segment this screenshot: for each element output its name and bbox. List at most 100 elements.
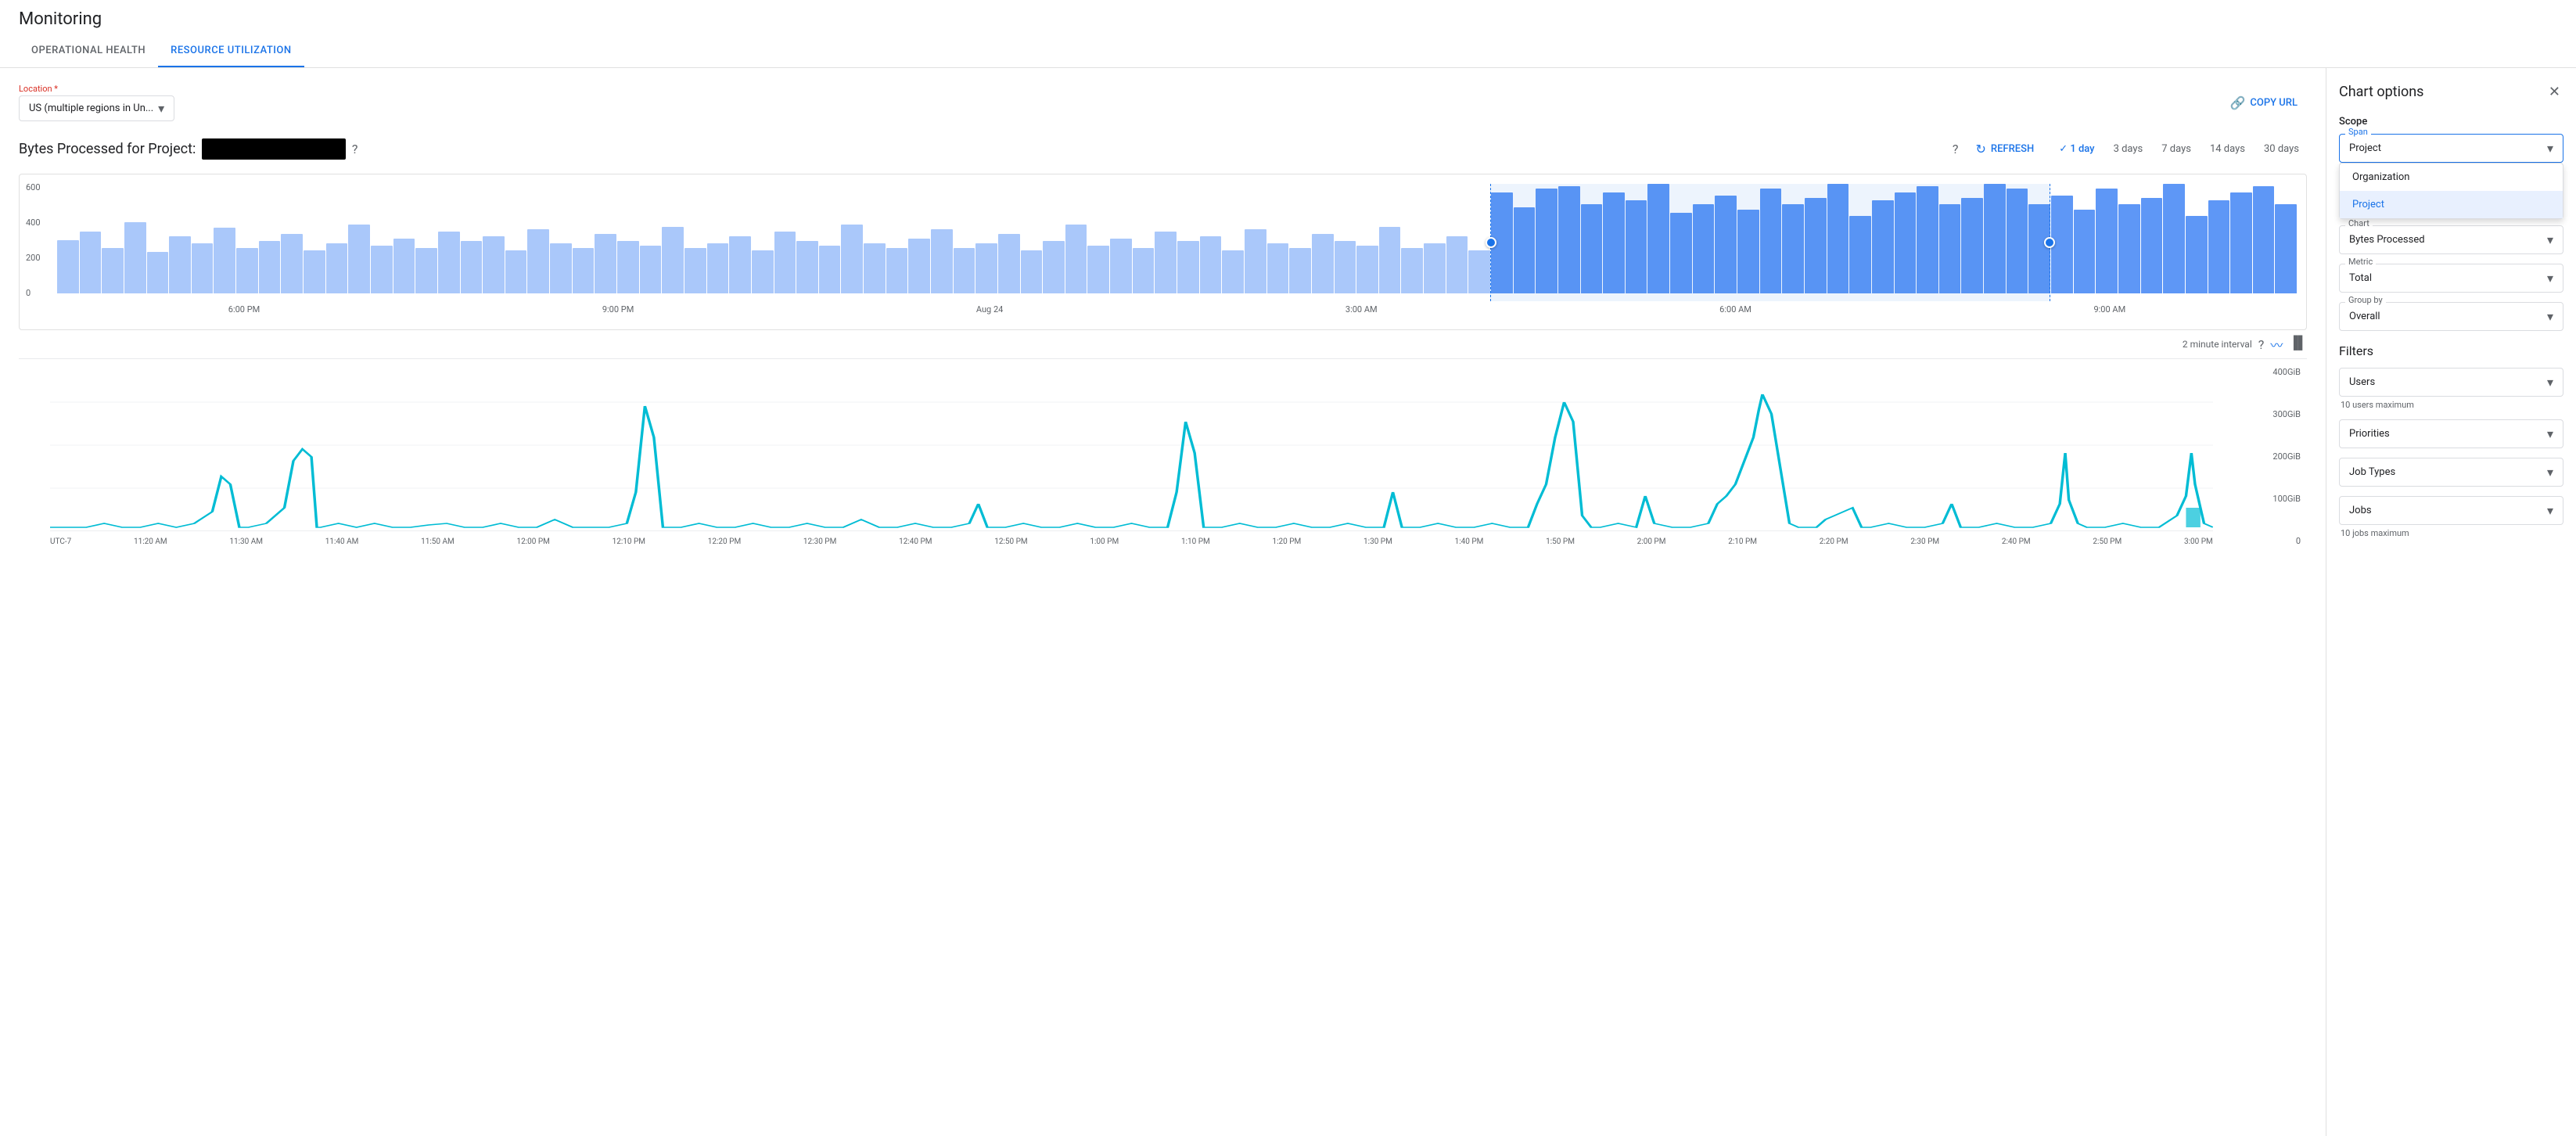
bar-item bbox=[1087, 246, 1109, 293]
bar-item bbox=[2141, 198, 2163, 293]
bar-item bbox=[169, 236, 191, 293]
interval-help-icon[interactable]: ? bbox=[2258, 337, 2265, 352]
tab-resource-utilization[interactable]: RESOURCE UTILIZATION bbox=[158, 35, 304, 67]
bar-item bbox=[124, 222, 146, 293]
bar-item bbox=[908, 239, 930, 293]
chevron-down-icon: ▾ bbox=[158, 101, 164, 116]
time-btn-1day[interactable]: 1 day bbox=[2051, 138, 2102, 160]
scope-section-title: Scope bbox=[2339, 116, 2563, 128]
bar-item bbox=[1961, 198, 1983, 293]
tab-operational-health[interactable]: OPERATIONAL HEALTH bbox=[19, 35, 158, 67]
span-dropdown-container: Span Project ▾ Organization Project bbox=[2339, 134, 2563, 163]
refresh-button[interactable]: ↻ REFRESH bbox=[1967, 137, 2042, 161]
bar-item bbox=[1043, 241, 1065, 293]
chart-chevron-icon: ▾ bbox=[2547, 232, 2553, 247]
bar-item bbox=[2230, 192, 2252, 293]
bar-item bbox=[1760, 189, 1782, 293]
page-header: Monitoring OPERATIONAL HEALTH RESOURCE U… bbox=[0, 0, 2576, 68]
overview-x-labels: 6:00 PM 9:00 PM Aug 24 3:00 AM 6:00 AM 9… bbox=[57, 304, 2297, 315]
job-types-filter[interactable]: Job Types ▾ bbox=[2339, 458, 2563, 487]
bar-item bbox=[1558, 186, 1580, 293]
bar-item bbox=[550, 243, 572, 293]
location-row: Location * US (multiple regions in Un...… bbox=[19, 84, 2307, 121]
detail-chart: 400GiB 300GiB 200GiB 100GiB 0 bbox=[19, 358, 2307, 577]
main-layout: Location * US (multiple regions in Un...… bbox=[0, 68, 2576, 1136]
bar-item bbox=[415, 248, 437, 293]
overview-y-labels: 600 400 200 0 bbox=[26, 182, 41, 298]
bar-item bbox=[2051, 196, 2073, 293]
bar-item bbox=[57, 240, 79, 293]
bar-item bbox=[2208, 200, 2230, 293]
groupby-dropdown[interactable]: Group by Overall ▾ bbox=[2339, 302, 2563, 331]
bar-item bbox=[1849, 216, 1871, 293]
dropdown-label: Span bbox=[2345, 127, 2371, 137]
bar-item bbox=[2253, 186, 2275, 293]
bar-item bbox=[1312, 234, 1334, 293]
time-btn-14days[interactable]: 14 days bbox=[2202, 138, 2253, 160]
close-button[interactable]: ✕ bbox=[2545, 81, 2563, 103]
bar-item bbox=[954, 248, 975, 293]
bar-item bbox=[348, 225, 370, 293]
span-option-project[interactable]: Project bbox=[2340, 191, 2563, 218]
bar-item bbox=[640, 246, 662, 293]
users-filter[interactable]: Users ▾ bbox=[2339, 368, 2563, 397]
bar-item bbox=[326, 243, 348, 293]
bar-item bbox=[796, 241, 818, 293]
location-select[interactable]: US (multiple regions in Un... ▾ bbox=[19, 95, 174, 121]
bar-item bbox=[1446, 236, 1468, 293]
jobs-chevron-icon: ▾ bbox=[2547, 503, 2553, 518]
bar-item bbox=[505, 250, 527, 293]
detail-chart-svg bbox=[50, 359, 2213, 531]
priorities-filter[interactable]: Priorities ▾ bbox=[2339, 419, 2563, 448]
help-icon[interactable]: ? bbox=[352, 142, 358, 156]
chart-dropdown[interactable]: Chart Bytes Processed ▾ bbox=[2339, 225, 2563, 254]
users-filter-container: Users ▾ 10 users maximum bbox=[2339, 368, 2563, 410]
bar-item bbox=[1491, 192, 1513, 293]
bar-item bbox=[886, 248, 908, 293]
page-title: Monitoring bbox=[19, 9, 2557, 35]
span-dropdown[interactable]: Span Project ▾ bbox=[2339, 134, 2563, 163]
bar-item bbox=[774, 232, 796, 293]
users-hint: 10 users maximum bbox=[2339, 400, 2563, 410]
bar-item bbox=[304, 250, 325, 293]
bar-item bbox=[1200, 236, 1222, 293]
bar-item bbox=[1805, 198, 1827, 293]
bar-item bbox=[80, 232, 102, 293]
time-buttons: 1 day 3 days 7 days 14 days 30 days bbox=[2051, 138, 2307, 160]
bar-item bbox=[281, 234, 303, 293]
chart-help-icon[interactable]: ? bbox=[1953, 142, 1959, 156]
bar-item bbox=[573, 248, 595, 293]
bar-item bbox=[527, 229, 549, 293]
chart-controls: ? ↻ REFRESH 1 day 3 days 7 days 14 days … bbox=[1953, 137, 2307, 161]
copy-url-button[interactable]: 🔗 COPY URL bbox=[2220, 89, 2307, 117]
time-btn-3days[interactable]: 3 days bbox=[2106, 138, 2151, 160]
users-chevron-icon: ▾ bbox=[2547, 375, 2553, 390]
bar-item bbox=[1468, 250, 1490, 293]
bar-item bbox=[1514, 207, 1536, 293]
bar-chart-icon[interactable]: ▐▌ bbox=[2289, 335, 2307, 354]
interval-row: 2 minute interval ? 〰 ▐▌ bbox=[19, 330, 2307, 358]
bar-item bbox=[2118, 204, 2140, 293]
groupby-dropdown-label: Group by bbox=[2345, 295, 2386, 305]
bar-item bbox=[1133, 248, 1155, 293]
jobs-filter[interactable]: Jobs ▾ bbox=[2339, 496, 2563, 525]
bar-item bbox=[147, 252, 169, 293]
chart-dropdown-label: Chart bbox=[2345, 218, 2373, 228]
overview-chart: 600 400 200 0 Aug 24, 11:05 AM Aug 24, 3… bbox=[19, 174, 2307, 330]
bar-item bbox=[393, 239, 415, 293]
time-btn-7days[interactable]: 7 days bbox=[2154, 138, 2199, 160]
line-chart-icon[interactable]: 〰 bbox=[2270, 335, 2283, 354]
bar-item bbox=[864, 243, 886, 293]
time-btn-30days[interactable]: 30 days bbox=[2256, 138, 2307, 160]
bar-item bbox=[2096, 189, 2118, 293]
bar-item bbox=[1895, 192, 1917, 293]
bar-item bbox=[2163, 184, 2185, 293]
detail-x-labels: UTC-7 11:20 AM 11:30 AM 11:40 AM 11:50 A… bbox=[50, 537, 2213, 546]
refresh-icon: ↻ bbox=[1975, 142, 1985, 156]
bar-item bbox=[1379, 227, 1401, 293]
metric-dropdown[interactable]: Metric Total ▾ bbox=[2339, 264, 2563, 293]
bar-item bbox=[438, 232, 460, 293]
interval-icons: 〰 ▐▌ bbox=[2270, 335, 2307, 354]
span-option-organization[interactable]: Organization bbox=[2340, 164, 2563, 191]
detail-y-labels: 400GiB 300GiB 200GiB 100GiB 0 bbox=[2272, 367, 2301, 546]
